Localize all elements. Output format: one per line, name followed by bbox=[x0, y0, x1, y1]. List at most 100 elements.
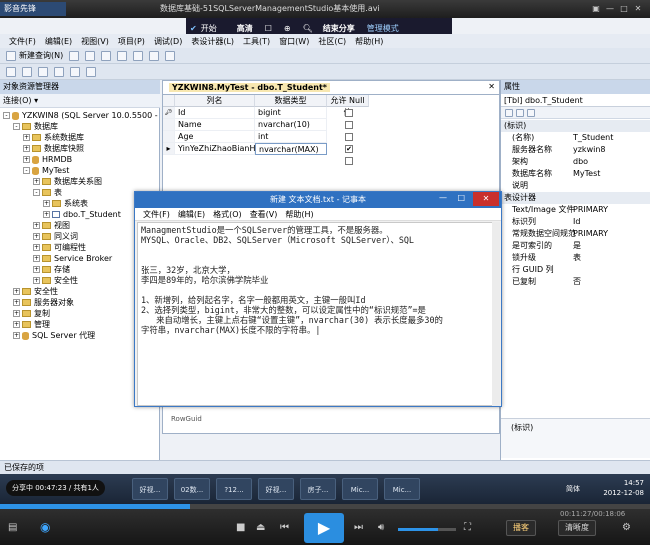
expand-icon[interactable]: + bbox=[23, 156, 30, 163]
expand-icon[interactable]: + bbox=[43, 211, 50, 218]
allow-null-checkbox[interactable]: ✔ bbox=[345, 145, 353, 153]
fullscreen-icon[interactable]: ⛶ bbox=[464, 522, 471, 533]
tree-node[interactable]: + 系统数据库 bbox=[23, 132, 84, 143]
eye-icon[interactable]: ◉ bbox=[40, 520, 50, 534]
menu-item[interactable]: 窗口(W) bbox=[279, 36, 309, 47]
overlay-hd[interactable]: 高清 bbox=[237, 23, 253, 34]
cell-data-type[interactable]: nvarchar(MAX) bbox=[255, 143, 327, 155]
property-row[interactable]: 行 GUID 列 bbox=[501, 264, 650, 276]
podcast-button[interactable]: 播客 bbox=[506, 520, 536, 536]
property-row[interactable]: (名称) T_Student bbox=[501, 132, 650, 144]
cell-column-name[interactable]: YinYeZhiZhaoBianHao bbox=[175, 143, 265, 155]
menu-item[interactable]: 帮助(H) bbox=[355, 36, 383, 47]
taskbar-item[interactable]: Mic... bbox=[384, 478, 420, 500]
expand-icon[interactable]: + bbox=[43, 200, 50, 207]
categorized-icon[interactable] bbox=[505, 108, 513, 117]
tree-node[interactable]: + 数据库快照 bbox=[23, 143, 84, 154]
tree-node[interactable]: - YZKWIN8 (SQL Server 10.0.5500 - bbox=[3, 110, 158, 121]
cell-column-name[interactable]: Name bbox=[175, 119, 255, 131]
overlay-end-share[interactable]: 结束分享 bbox=[323, 23, 355, 34]
notepad-close-icon[interactable]: ✕ bbox=[473, 192, 499, 206]
expand-icon[interactable]: + bbox=[13, 321, 20, 328]
next-icon[interactable]: ⏭ bbox=[354, 522, 363, 533]
clarity-button[interactable]: 清晰度 bbox=[558, 520, 596, 536]
playlist-icon[interactable]: ▤ bbox=[8, 522, 17, 533]
tree-node[interactable]: + HRMDB bbox=[23, 154, 72, 165]
property-row[interactable]: 架构 dbo bbox=[501, 156, 650, 168]
cell-column-name[interactable]: Id bbox=[175, 107, 255, 119]
skin-icon[interactable]: ▣ bbox=[590, 3, 602, 14]
volume-slider[interactable] bbox=[398, 528, 456, 531]
key-icon[interactable] bbox=[6, 66, 16, 77]
expand-icon[interactable]: + bbox=[23, 145, 30, 152]
collapse-icon[interactable]: - bbox=[33, 189, 40, 196]
previous-icon[interactable]: ⏮ bbox=[280, 522, 289, 533]
expand-icon[interactable]: + bbox=[33, 222, 40, 229]
expand-icon[interactable]: + bbox=[33, 255, 40, 262]
row-selector[interactable]: ▸ bbox=[163, 143, 175, 155]
progress-bar[interactable] bbox=[0, 504, 650, 509]
notepad-menu-item[interactable]: 格式(O) bbox=[213, 209, 242, 220]
menu-item[interactable]: 项目(P) bbox=[118, 36, 145, 47]
search-icon[interactable]: 🔍︎ bbox=[303, 24, 313, 33]
notepad-scrollbar[interactable] bbox=[492, 222, 500, 406]
taskbar-item[interactable]: ?12... bbox=[216, 478, 252, 500]
property-row[interactable]: Text/Image 文件 PRIMARY bbox=[501, 204, 650, 216]
maximize-icon[interactable]: □ bbox=[618, 3, 630, 14]
cell-data-type[interactable]: int bbox=[255, 131, 327, 143]
tree-node[interactable]: + 安全性 bbox=[13, 286, 58, 297]
taskbar-item[interactable]: 02数... bbox=[174, 478, 210, 500]
settings-icon[interactable]: ⚙ bbox=[622, 522, 631, 533]
notepad-menu-item[interactable]: 编辑(E) bbox=[178, 209, 205, 220]
connect-dropdown[interactable]: 连接(O) ▾ bbox=[0, 94, 160, 108]
close-icon[interactable]: ✕ bbox=[632, 3, 644, 14]
new-query-icon[interactable] bbox=[6, 50, 16, 61]
tree-node[interactable]: - 数据库 bbox=[13, 121, 58, 132]
allow-null-checkbox[interactable] bbox=[345, 133, 353, 141]
cell-data-type[interactable]: bigint bbox=[255, 107, 327, 119]
tree-node[interactable]: + 系统表 bbox=[43, 198, 88, 209]
overlay-start[interactable]: 开始 bbox=[201, 23, 217, 34]
cell-data-type[interactable]: nvarchar(10) bbox=[255, 119, 327, 131]
expand-icon[interactable]: + bbox=[33, 266, 40, 273]
property-row[interactable]: 数据库名称 MyTest bbox=[501, 168, 650, 180]
tree-node[interactable]: + 可编程性 bbox=[33, 242, 86, 253]
collapse-icon[interactable]: - bbox=[23, 167, 30, 174]
tab-table-designer[interactable]: YZKWIN8.MyTest - dbo.T_Student* bbox=[169, 83, 330, 92]
taskbar-item[interactable]: 好视... bbox=[258, 478, 294, 500]
menu-item[interactable]: 工具(T) bbox=[243, 36, 270, 47]
ime-language[interactable]: 简体 bbox=[566, 484, 580, 494]
property-category[interactable]: 表设计器 bbox=[501, 192, 650, 204]
save-all-icon[interactable] bbox=[101, 50, 112, 61]
minimize-icon[interactable]: — bbox=[604, 3, 616, 14]
tree-node[interactable]: + 服务器对象 bbox=[13, 297, 74, 308]
property-row[interactable]: 是可索引的 是 bbox=[501, 240, 650, 252]
open-icon[interactable] bbox=[69, 50, 80, 61]
menu-item[interactable]: 社区(C) bbox=[318, 36, 346, 47]
notepad-text-area[interactable]: ManagmentStudio是一个SQLServer的管理工具，不是服务器。 … bbox=[137, 222, 493, 406]
menu-item[interactable]: 调试(D) bbox=[154, 36, 182, 47]
tree-node[interactable]: + dbo.T_Student bbox=[43, 209, 121, 220]
allow-null-checkbox[interactable] bbox=[345, 109, 353, 117]
cell-column-name[interactable]: Age bbox=[175, 131, 255, 143]
overlay-admin[interactable]: 管理模式 bbox=[367, 23, 399, 34]
properties-icon[interactable] bbox=[165, 50, 176, 61]
index-icon[interactable] bbox=[38, 66, 48, 77]
new-query-button[interactable]: 新建查询(N) bbox=[19, 50, 63, 61]
expand-icon[interactable]: + bbox=[33, 277, 40, 284]
property-row[interactable]: 说明 bbox=[501, 180, 650, 192]
row-selector[interactable] bbox=[163, 119, 175, 131]
redo-icon[interactable] bbox=[133, 50, 144, 61]
property-row[interactable]: 常规数据空间规范 PRIMARY bbox=[501, 228, 650, 240]
properties-object-selector[interactable]: [Tbl] dbo.T_Student bbox=[501, 94, 650, 107]
eject-icon[interactable]: ⏏ bbox=[256, 522, 265, 533]
notepad-menu-item[interactable]: 帮助(H) bbox=[285, 209, 313, 220]
tree-node[interactable]: + 数据库关系图 bbox=[33, 176, 102, 187]
tree-node[interactable]: -表 bbox=[33, 187, 62, 198]
taskbar-item[interactable]: 好视... bbox=[132, 478, 168, 500]
notepad-maximize-icon[interactable]: □ bbox=[457, 193, 465, 202]
expand-icon[interactable]: + bbox=[33, 178, 40, 185]
expand-icon[interactable]: + bbox=[33, 233, 40, 240]
tree-node[interactable]: + 安全性 bbox=[33, 275, 78, 286]
crosshair-icon[interactable]: ⊕ bbox=[284, 24, 291, 33]
